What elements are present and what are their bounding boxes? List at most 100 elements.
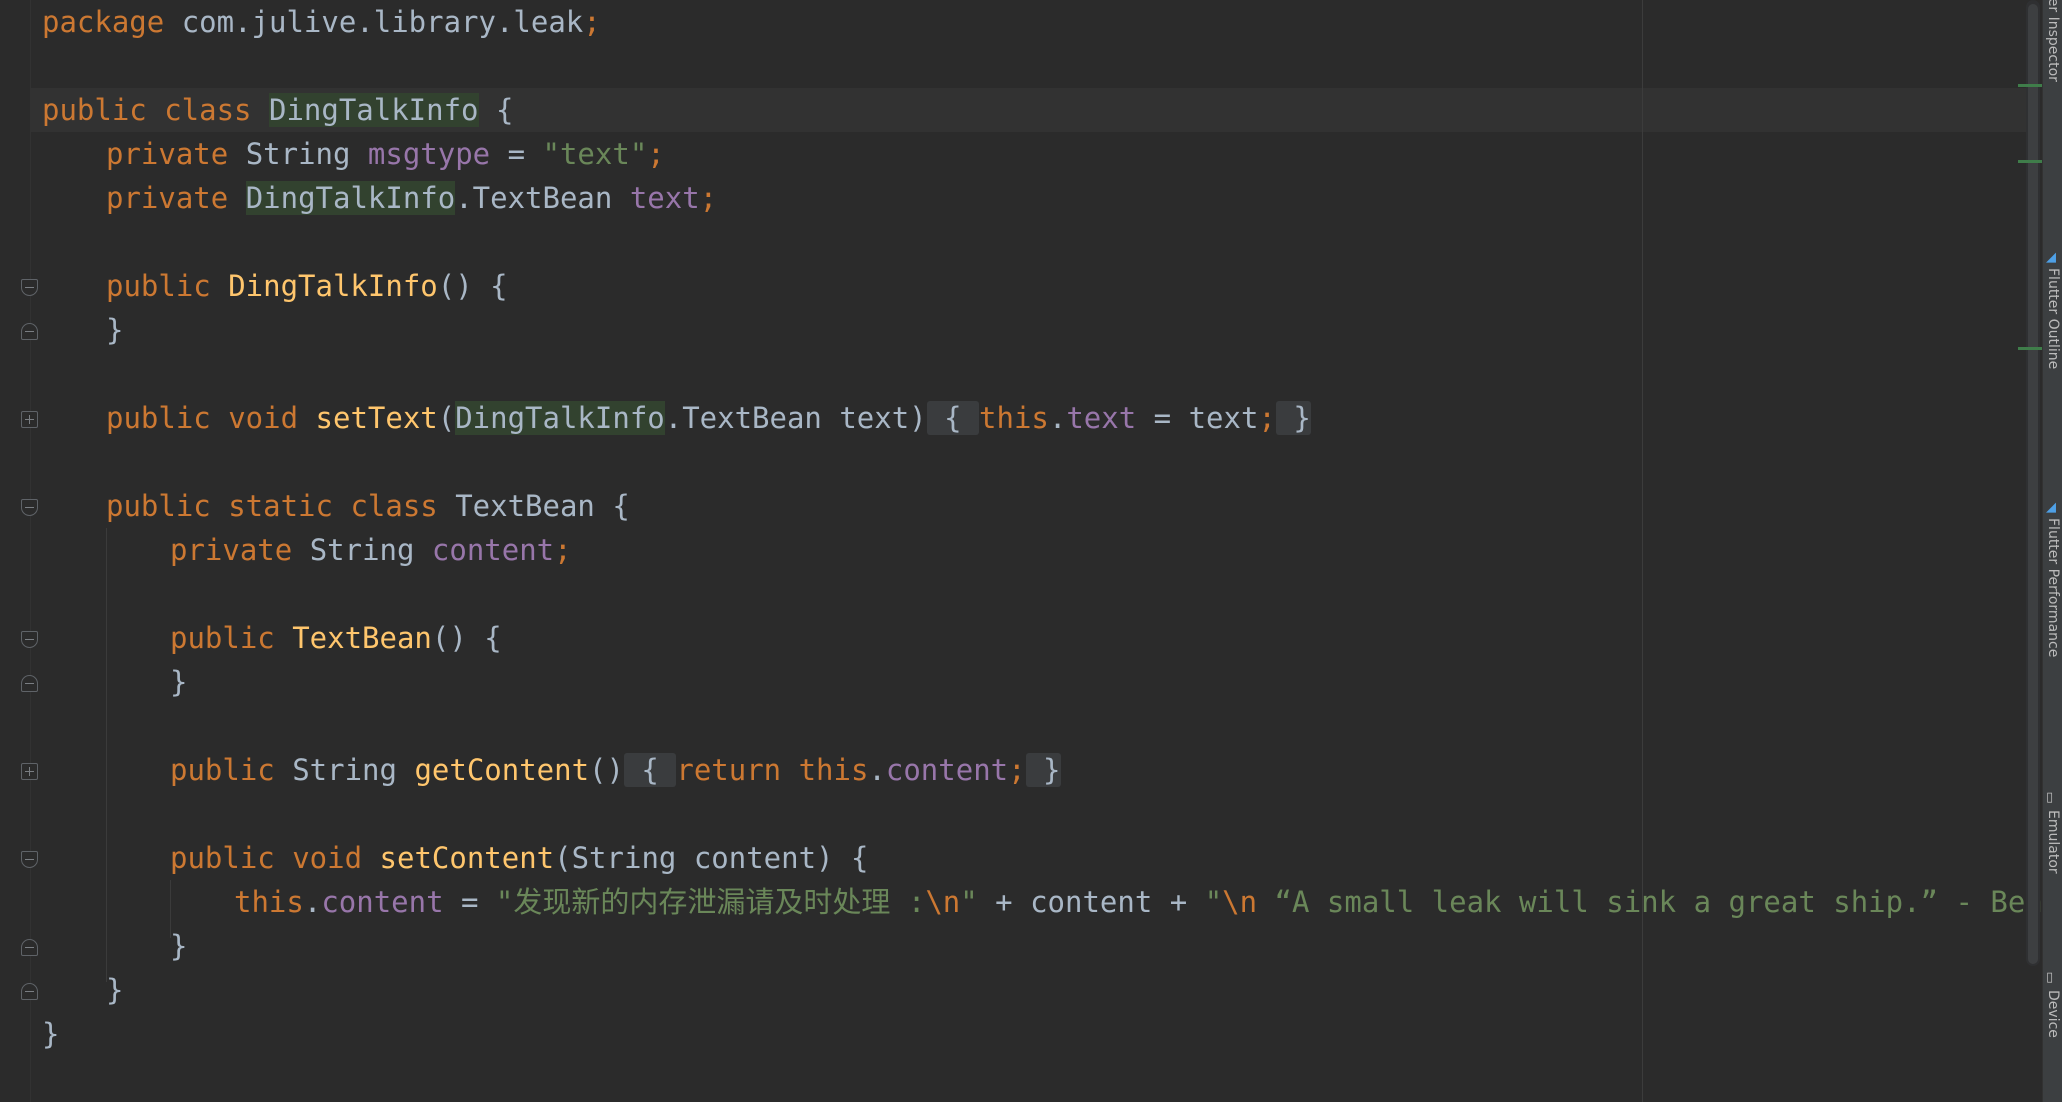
code-token: public xyxy=(106,269,229,303)
code-token: private xyxy=(170,533,310,567)
tool-window-label: Emulator xyxy=(2045,810,2061,874)
code-token: TextBean xyxy=(292,621,432,655)
code-token: . xyxy=(1048,401,1067,435)
code-token: () { xyxy=(431,621,502,655)
code-line[interactable]: } xyxy=(106,308,123,352)
code-token: msgtype xyxy=(367,137,491,171)
code-token: public xyxy=(42,93,165,127)
tool-window-label: Flutter Inspector xyxy=(2045,0,2061,82)
fold-marker-icon[interactable] xyxy=(21,631,38,648)
code-token: "text" xyxy=(542,137,648,171)
code-line[interactable]: public static class TextBean { xyxy=(106,484,630,528)
fold-marker-icon[interactable] xyxy=(21,983,38,1000)
code-token: this xyxy=(798,753,869,787)
tool-window-tab-flutter-performance[interactable]: ◢ Flutter Performance xyxy=(2042,500,2062,750)
code-token: this xyxy=(979,401,1049,435)
code-token: com.julive.library.leak xyxy=(181,5,584,39)
code-token: class xyxy=(350,489,456,523)
code-line[interactable]: public DingTalkInfo() { xyxy=(106,264,508,308)
code-token: = xyxy=(490,137,543,171)
code-token: DingTalkInfo xyxy=(268,93,479,127)
fold-marker-icon[interactable] xyxy=(21,851,38,868)
code-token: { xyxy=(926,401,980,435)
tool-window-tab-flutter-inspector[interactable]: Flutter Inspector xyxy=(2042,0,2062,230)
code-token: ; xyxy=(1008,753,1026,787)
tool-window-tab-emulator[interactable]: ▯ Emulator xyxy=(2042,790,2062,960)
code-token: String xyxy=(292,753,415,787)
flutter-outline-icon: ◢ xyxy=(2046,250,2056,265)
code-token: } xyxy=(106,313,124,347)
code-token: ; xyxy=(647,137,665,171)
code-token: ; xyxy=(583,5,601,39)
code-token: } xyxy=(170,665,188,699)
code-token: DingTalkInfo xyxy=(245,181,456,215)
code-token: content xyxy=(885,753,1009,787)
code-token: content xyxy=(321,885,444,919)
code-token: () { xyxy=(437,269,508,303)
scrollbar-thumb[interactable] xyxy=(2028,4,2038,964)
code-token: ; xyxy=(699,181,718,215)
code-token: DingTalkInfo xyxy=(228,269,438,303)
fold-marker-icon[interactable] xyxy=(21,279,38,296)
fold-expand-icon[interactable] xyxy=(21,411,38,428)
code-line[interactable]: } xyxy=(170,924,187,968)
code-line[interactable]: private String msgtype = "text"; xyxy=(106,132,665,176)
code-line[interactable]: } xyxy=(170,660,187,704)
code-token: ; xyxy=(1258,401,1276,435)
code-token: .TextBean text) xyxy=(664,401,927,435)
change-marker[interactable] xyxy=(2018,347,2044,350)
code-token: return xyxy=(676,753,799,787)
code-line[interactable]: public String getContent() { return this… xyxy=(170,748,1061,792)
editor-gutter xyxy=(0,0,31,1102)
tool-window-tab-device[interactable]: ▯ Device xyxy=(2042,970,2062,1102)
code-line[interactable]: public class DingTalkInfo { xyxy=(42,88,513,132)
code-token: DingTalkInfo xyxy=(455,401,665,435)
code-token: TextBean { xyxy=(455,489,630,523)
code-editor[interactable]: package com.julive.library.leak; public c… xyxy=(0,0,2062,1102)
flutter-performance-icon: ◢ xyxy=(2046,500,2056,515)
code-token: ( xyxy=(437,401,456,435)
code-token: \n xyxy=(1222,885,1258,919)
code-token: .TextBean xyxy=(455,181,630,215)
code-line[interactable]: private DingTalkInfo.TextBean text; xyxy=(106,176,717,220)
code-token: (String content) { xyxy=(554,841,869,875)
code-line[interactable]: public void setContent(String content) { xyxy=(170,836,868,880)
right-margin-guide xyxy=(1642,0,1643,1102)
code-token: String xyxy=(245,137,368,171)
code-token: = xyxy=(443,885,496,919)
code-line[interactable]: } xyxy=(106,968,123,1012)
code-token: . xyxy=(868,753,886,787)
code-token: text xyxy=(629,181,700,215)
fold-marker-icon[interactable] xyxy=(21,939,38,956)
code-token: } xyxy=(1275,401,1311,435)
change-marker[interactable] xyxy=(2018,160,2044,163)
code-token: } xyxy=(106,973,124,1007)
code-token: } xyxy=(1025,753,1061,787)
tool-window-label: Device xyxy=(2045,990,2061,1038)
code-token: package xyxy=(42,5,182,39)
code-line[interactable]: this.content = "发现新的内存泄漏请及时处理 :\n" + con… xyxy=(234,880,2062,924)
code-token: this xyxy=(234,885,304,919)
code-token: () xyxy=(589,753,624,787)
change-marker[interactable] xyxy=(2018,84,2044,87)
emulator-icon: ▯ xyxy=(2046,790,2054,805)
fold-expand-icon[interactable] xyxy=(21,763,38,780)
fold-marker-icon[interactable] xyxy=(21,675,38,692)
code-token: public xyxy=(170,753,293,787)
code-token: + content + xyxy=(977,885,1205,919)
code-token: text xyxy=(1066,401,1137,435)
code-token: public xyxy=(170,841,293,875)
tool-window-tab-flutter-outline[interactable]: ◢ Flutter Outline xyxy=(2042,250,2062,450)
code-token: public xyxy=(170,621,293,655)
code-token: " xyxy=(960,885,978,919)
fold-marker-icon[interactable] xyxy=(21,323,38,340)
code-token: String xyxy=(309,533,432,567)
code-line[interactable]: } xyxy=(42,1012,59,1056)
code-line[interactable]: private String content; xyxy=(170,528,572,572)
code-line[interactable]: package com.julive.library.leak; xyxy=(42,0,601,44)
fold-marker-icon[interactable] xyxy=(21,499,38,516)
code-token: setText xyxy=(315,401,438,435)
code-token: setContent xyxy=(379,841,555,875)
code-line[interactable]: public TextBean() { xyxy=(170,616,502,660)
code-line[interactable]: public void setText(DingTalkInfo.TextBea… xyxy=(106,396,1311,440)
